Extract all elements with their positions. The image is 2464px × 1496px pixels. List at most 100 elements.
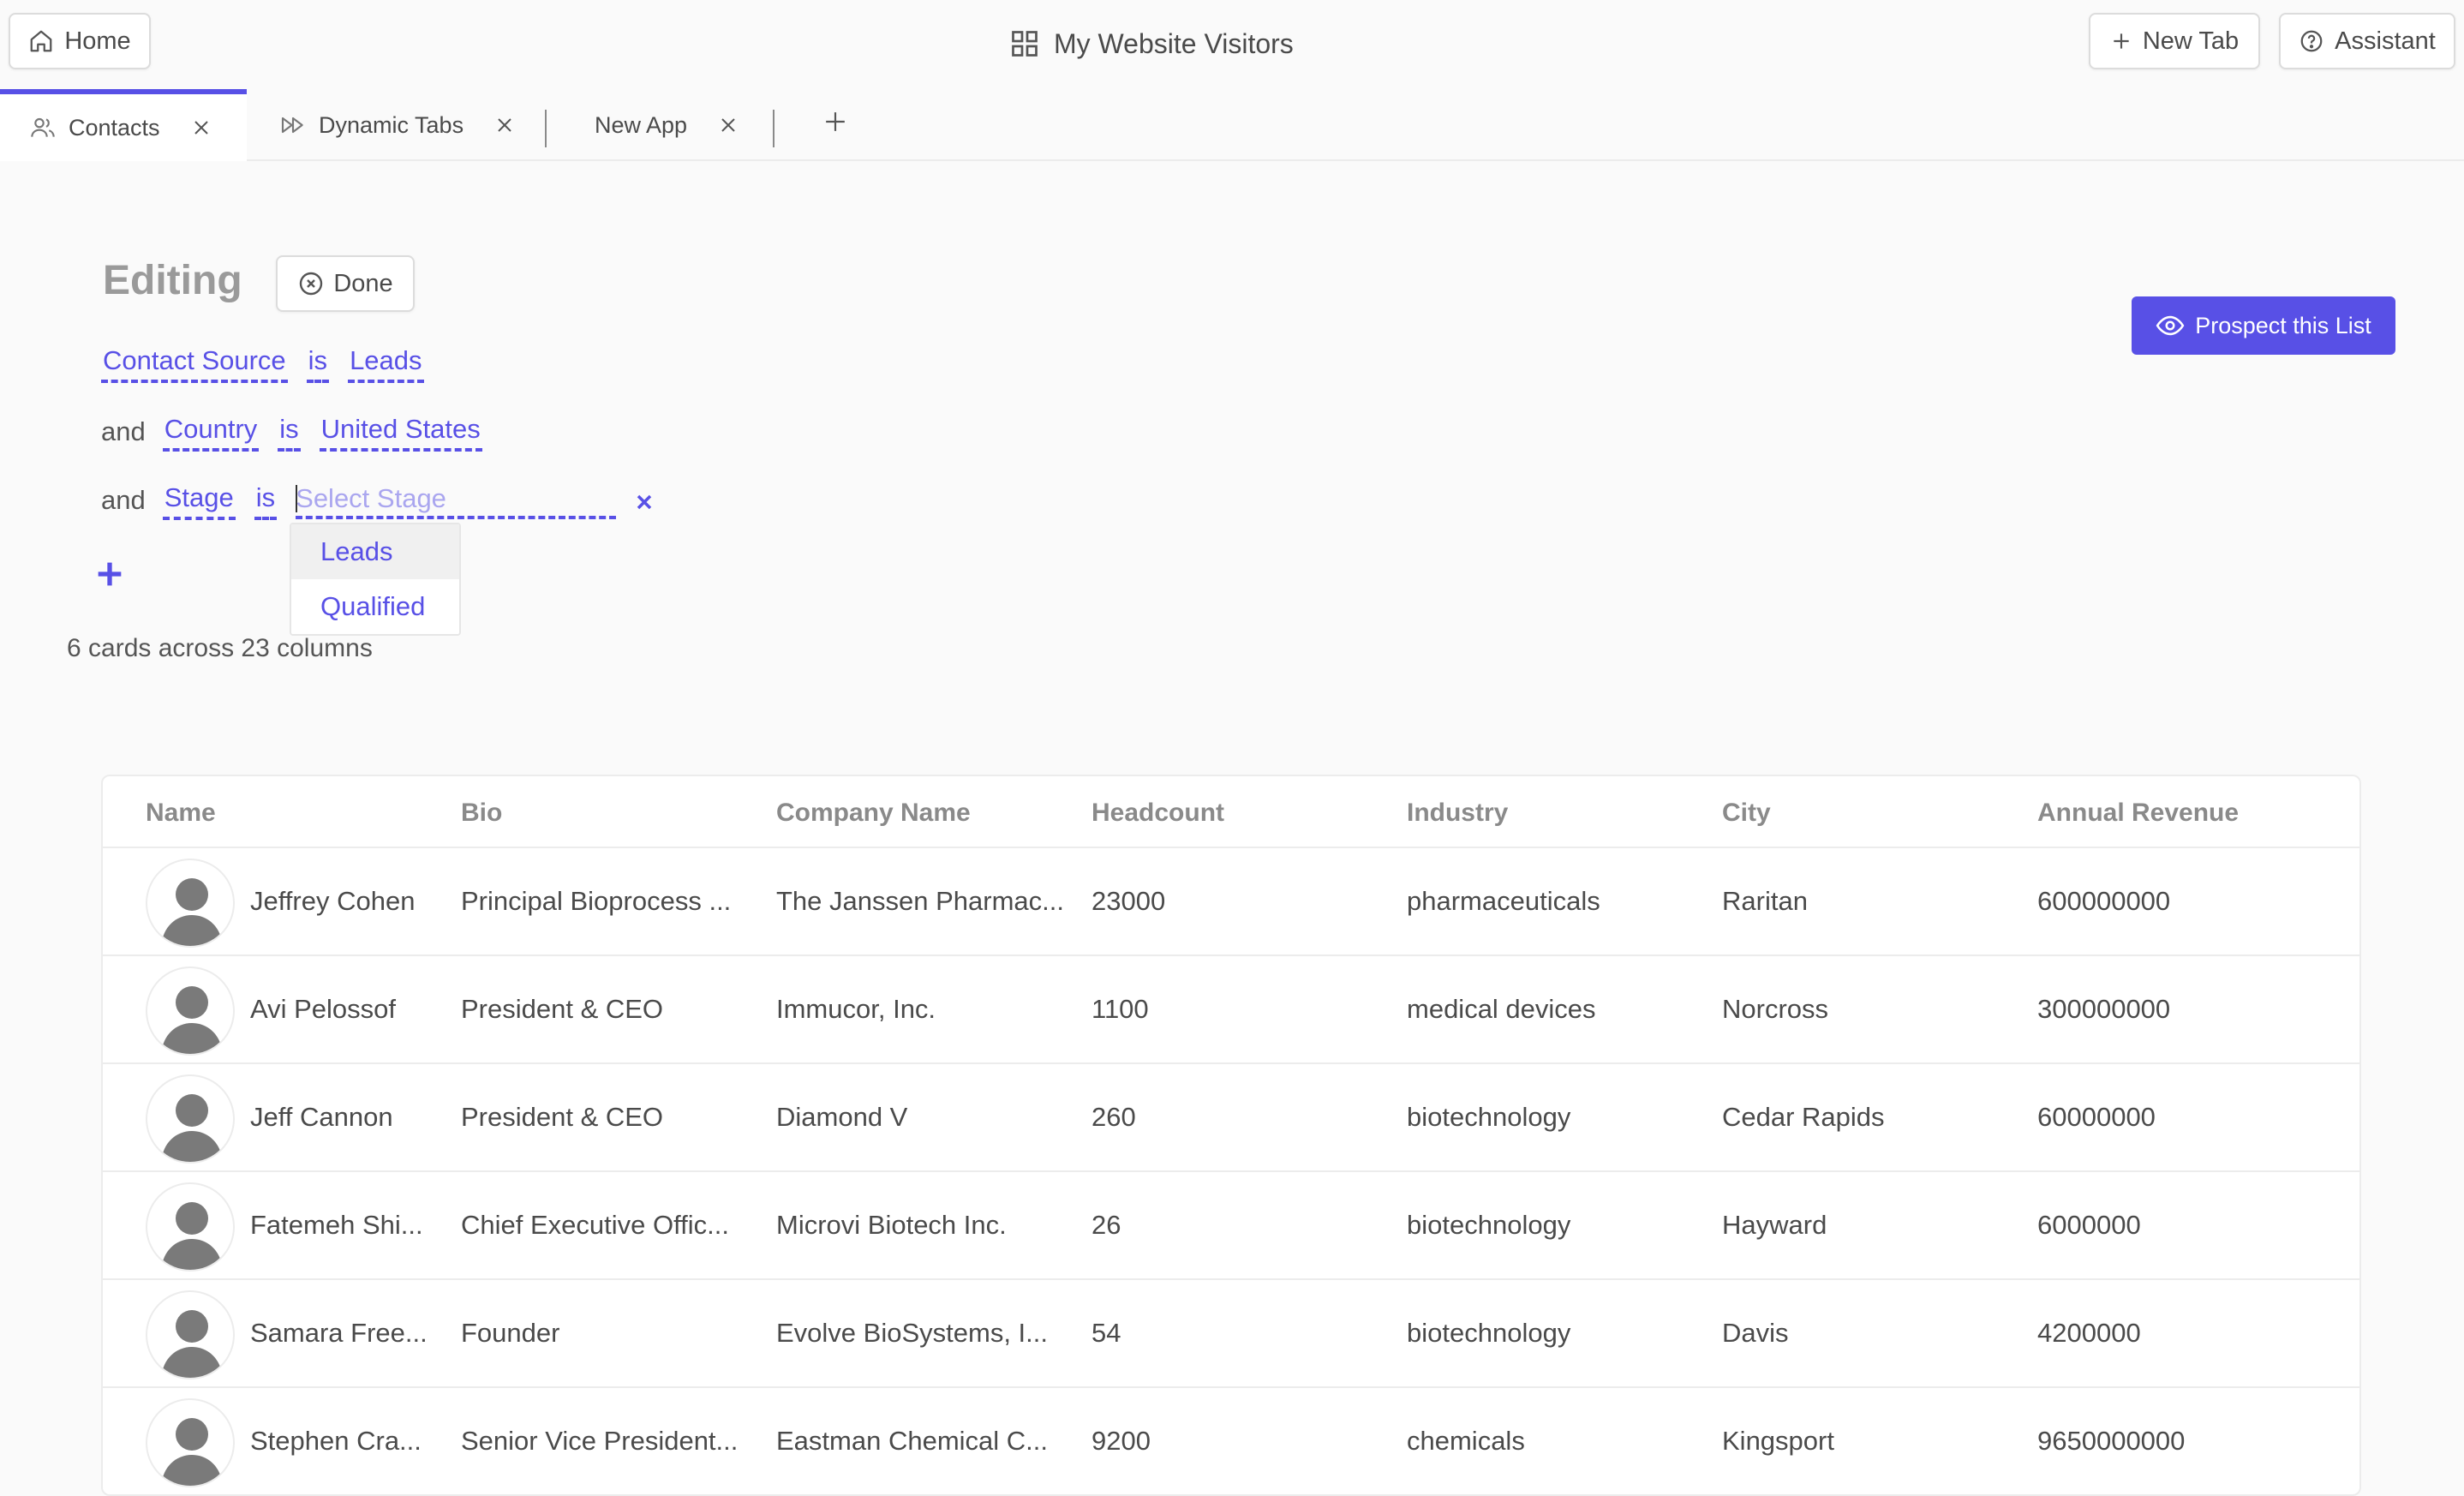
filter-field[interactable]: Contact Source (101, 344, 288, 383)
table-cell: 600000000 (2037, 886, 2171, 916)
table-cell: 1100 (1091, 994, 1149, 1024)
home-label: Home (64, 27, 131, 55)
table-cell: Microvi Biotech Inc. (776, 1210, 1007, 1240)
close-icon[interactable] (718, 115, 739, 135)
table-cell: 23000 (1091, 886, 1166, 916)
table-cell: President & CEO (461, 1102, 664, 1132)
table-cell: The Janssen Pharmac... (776, 886, 1064, 916)
new-tab-label: New Tab (2142, 27, 2240, 55)
table-cell: 4200000 (2037, 1318, 2141, 1348)
table-cell: biotechnology (1407, 1210, 1571, 1240)
dropdown-option[interactable]: Leads (291, 524, 459, 579)
table-cell: 26 (1091, 1210, 1121, 1240)
stage-dropdown: Leads Qualified (290, 523, 461, 636)
home-button[interactable]: Home (9, 13, 151, 69)
table-cell: chemicals (1407, 1426, 1525, 1456)
tab-label: Dynamic Tabs (319, 111, 464, 138)
table-row[interactable]: Samara Free... Founder Evolve BioSystems, … (103, 1280, 2359, 1388)
column-header[interactable]: Headcount (1091, 799, 1224, 828)
table-row[interactable]: Jeffrey Cohen Principal Bioprocess ... The… (103, 848, 2359, 956)
add-filter-button[interactable] (96, 552, 123, 595)
column-header[interactable]: City (1722, 799, 1771, 828)
table-cell: Cedar Rapids (1722, 1102, 1885, 1132)
table-cell: 54 (1091, 1318, 1121, 1348)
table-row[interactable]: Jeff Cannon President & CEO Diamond V 260 bi… (103, 1064, 2359, 1172)
tab-divider (773, 110, 774, 147)
filter-value[interactable]: Leads (348, 344, 424, 383)
filter-operator[interactable]: is (306, 344, 330, 383)
tab-bar: Contacts Dynamic Tabs New App (0, 89, 2464, 161)
tab-contacts[interactable]: Contacts (0, 89, 247, 161)
tab-label: New App (595, 111, 688, 138)
column-header[interactable]: Bio (461, 799, 502, 828)
app-title-text: My Website Visitors (1054, 27, 1294, 59)
table-cell: Evolve BioSystems, I... (776, 1318, 1048, 1348)
table-cell: biotechnology (1407, 1318, 1571, 1348)
tab-dynamic-tabs[interactable]: Dynamic Tabs (279, 89, 515, 161)
column-header[interactable]: Annual Revenue (2037, 799, 2239, 828)
assistant-label: Assistant (2335, 27, 2436, 55)
plus-icon (98, 562, 122, 586)
home-icon (28, 28, 54, 54)
editing-title: Editing (103, 258, 242, 303)
contacts-icon (29, 114, 57, 141)
cards-summary: 6 cards across 23 columns (67, 634, 373, 662)
eye-icon (2156, 311, 2185, 340)
stage-select-input[interactable]: Select Stage (296, 482, 617, 519)
plus-icon (2110, 30, 2132, 52)
filter-operator[interactable]: is (278, 412, 301, 452)
plus-icon (826, 112, 845, 131)
table-cell: Chief Executive Offic... (461, 1210, 729, 1240)
help-circle-icon (2299, 28, 2324, 54)
table-cell: Founder (461, 1318, 560, 1348)
filter-field[interactable]: Stage (162, 481, 236, 520)
add-tab-button[interactable] (824, 105, 846, 141)
table-cell: 60000000 (2037, 1102, 2156, 1132)
done-label: Done (333, 269, 393, 297)
table-cell: Kingsport (1722, 1426, 1834, 1456)
table-row[interactable]: Avi Pelossof President & CEO Immucor, Inc.… (103, 956, 2359, 1064)
fast-forward-icon (279, 111, 307, 139)
avatar (146, 859, 235, 948)
app-title: My Website Visitors (1009, 24, 1294, 63)
prospect-list-button[interactable]: Prospect this List (2132, 296, 2395, 355)
table-row[interactable]: Fatemeh Shi... Chief Executive Offic... Mi… (103, 1172, 2359, 1280)
column-header[interactable]: Company Name (776, 799, 971, 828)
contacts-table: Name Bio Company Name Headcount Industry… (101, 775, 2361, 1496)
table-cell: 9200 (1091, 1426, 1151, 1456)
avatar (146, 1182, 235, 1272)
avatar (146, 1290, 235, 1379)
filter-row: and Country is United States (101, 410, 501, 454)
close-icon[interactable] (494, 115, 515, 135)
filter-operator[interactable]: is (254, 481, 278, 520)
table-cell: 6000000 (2037, 1210, 2141, 1240)
table-cell: 9650000000 (2037, 1426, 2186, 1456)
close-circle-icon (297, 270, 325, 297)
clear-filter-icon[interactable] (634, 487, 655, 520)
table-cell: Diamond V (776, 1102, 908, 1132)
assistant-button[interactable]: Assistant (2279, 13, 2455, 69)
dropdown-option[interactable]: Qualified (291, 579, 459, 634)
tab-label: Contacts (69, 114, 160, 141)
top-bar: Home My Website Visitors New Tab Assista… (0, 0, 2464, 86)
table-cell: 260 (1091, 1102, 1136, 1132)
done-button[interactable]: Done (276, 255, 415, 312)
filter-value[interactable]: United States (319, 412, 482, 452)
table-cell: Norcross (1722, 994, 1829, 1024)
filter-field[interactable]: Country (162, 412, 260, 452)
table-cell: Davis (1722, 1318, 1789, 1348)
new-tab-button[interactable]: New Tab (2089, 13, 2260, 69)
table-cell: President & CEO (461, 994, 664, 1024)
table-cell: Principal Bioprocess ... (461, 886, 732, 916)
table-row[interactable]: Stephen Cra... Senior Vice President... Ea… (103, 1388, 2359, 1494)
tab-divider (545, 110, 547, 147)
close-icon[interactable] (191, 117, 212, 138)
table-cell: biotechnology (1407, 1102, 1571, 1132)
column-header[interactable]: Industry (1407, 799, 1508, 828)
filter-row: Contact Source is Leads (101, 341, 443, 386)
column-header[interactable]: Name (146, 799, 216, 828)
tab-new-app[interactable]: New App (595, 89, 739, 161)
grid-icon (1009, 28, 1040, 59)
table-cell: Hayward (1722, 1210, 1827, 1240)
avatar (146, 966, 235, 1056)
